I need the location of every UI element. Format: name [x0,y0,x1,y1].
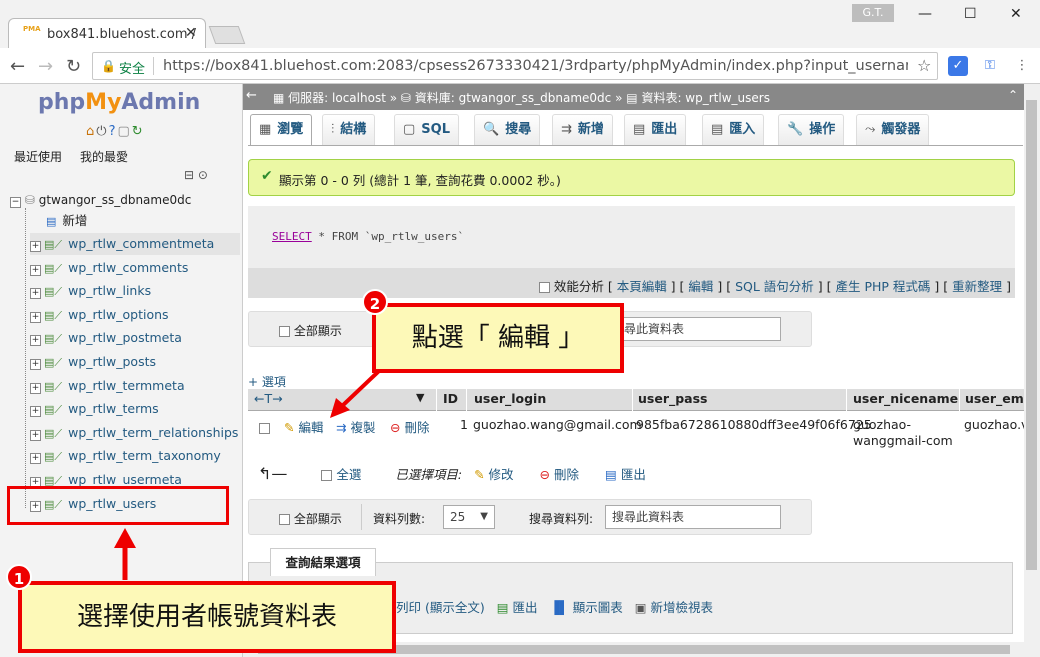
arrow-1-head [114,528,136,548]
arrow-2-line [338,368,382,410]
step-1-badge: 1 [6,564,32,590]
callout-select-users-table: 選擇使用者帳號資料表 [18,581,396,653]
callout-click-edit: 點選「 編輯 」 [372,303,624,373]
step-2-badge: 2 [362,289,388,315]
